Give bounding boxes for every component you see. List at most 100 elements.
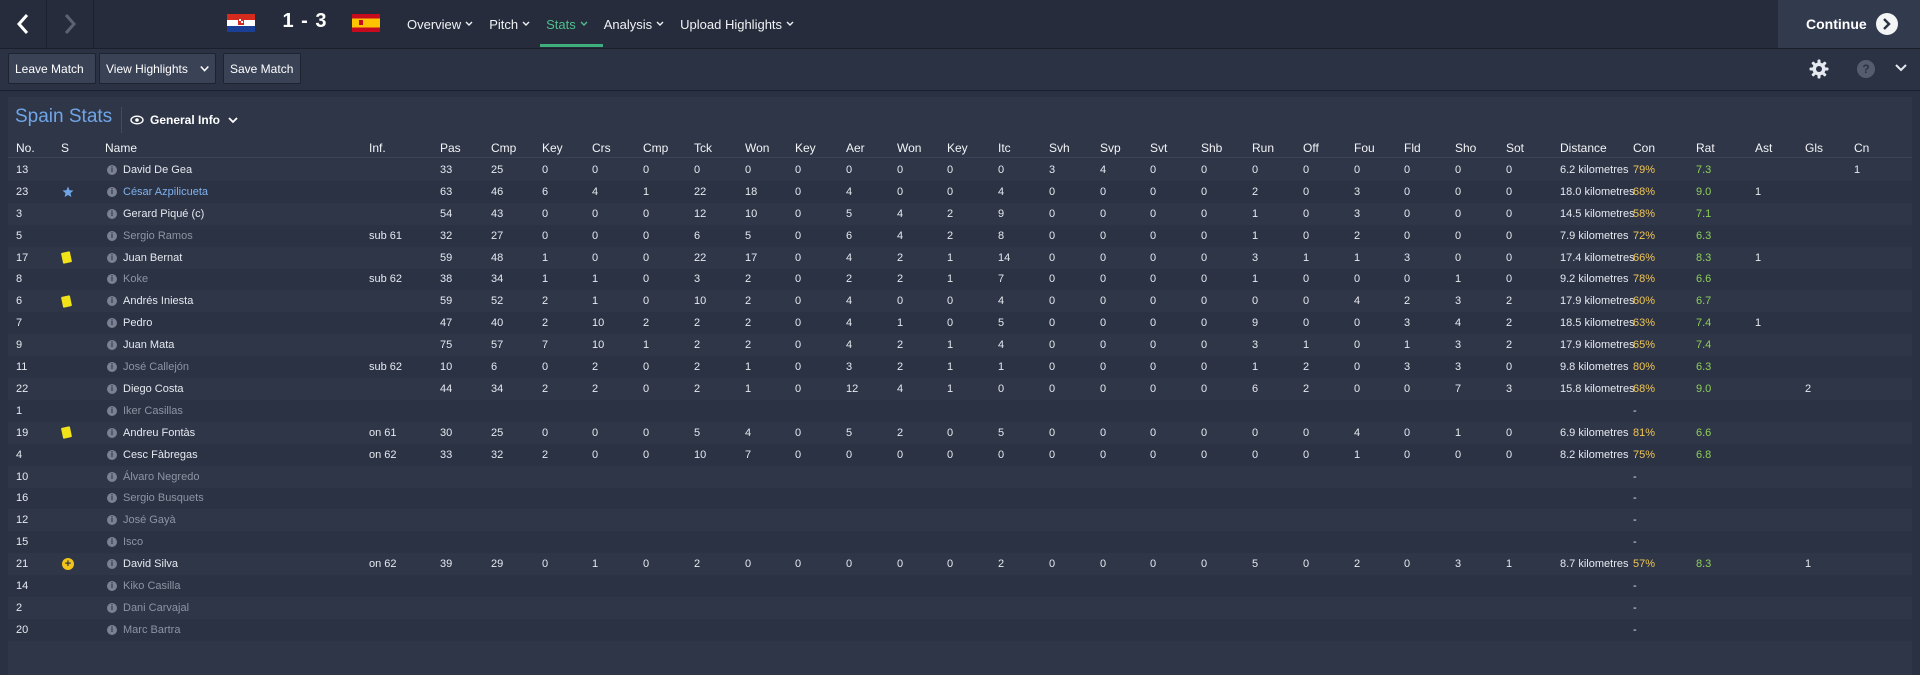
column-header[interactable]: Cmp (643, 139, 668, 157)
table-row[interactable]: 20 i Marc Bartra - (8, 618, 1912, 641)
table-row[interactable]: 1 i Iker Casillas - (8, 399, 1912, 422)
column-header[interactable]: Crs (592, 139, 611, 157)
column-header[interactable]: Itc (998, 139, 1011, 157)
table-row[interactable]: 14 i Kiko Casilla - (8, 575, 1912, 597)
view-highlights-dropdown[interactable]: View Highlights (99, 53, 216, 84)
column-header[interactable]: Key (947, 139, 968, 157)
column-header[interactable]: Rat (1696, 139, 1715, 157)
player-name[interactable]: Andrés Iniesta (123, 290, 193, 312)
tab-pitch[interactable]: Pitch (489, 0, 539, 48)
column-header[interactable]: Svp (1100, 139, 1121, 157)
info-icon[interactable]: i (107, 493, 117, 504)
column-header[interactable]: Fou (1354, 139, 1375, 157)
player-name[interactable]: Koke (123, 269, 148, 291)
info-icon[interactable]: i (107, 602, 117, 613)
view-selector[interactable]: General Info (121, 107, 246, 133)
player-name[interactable]: David Silva (123, 553, 178, 575)
table-row[interactable]: 8 i Koke sub 62 38 34 1 1 0 3 2 0 2 2 1 7 0 0 0 0 1 0 0 0 1 0 9.2 … (8, 268, 1912, 291)
column-header[interactable]: Fld (1404, 139, 1421, 157)
gear-icon[interactable] (1803, 58, 1835, 80)
player-name[interactable]: Isco (123, 531, 143, 553)
info-icon[interactable]: i (107, 208, 117, 219)
column-header[interactable]: Key (542, 139, 563, 157)
player-name[interactable]: José Gayà (123, 509, 176, 531)
table-row[interactable]: 19 i Andreu Fontàs on 61 30 25 0 0 0 5 4 0 5 2 0 5 0 0 0 0 0… (8, 422, 1912, 444)
info-icon[interactable]: i (107, 581, 117, 592)
info-icon[interactable]: i (107, 340, 117, 351)
column-header[interactable]: Distance (1560, 139, 1607, 157)
table-row[interactable]: 22 i Diego Costa 44 34 2 2 0 2 1 0 12 4 1 0 0 0 0 0 6 2 0 0 7 3 1… (8, 378, 1912, 400)
tab-stats[interactable]: Stats (540, 0, 603, 48)
column-header[interactable]: Sot (1506, 139, 1524, 157)
table-row[interactable]: 12 i José Gayà - (8, 509, 1912, 531)
player-name[interactable]: Álvaro Negredo (123, 466, 199, 488)
info-icon[interactable]: i (107, 252, 117, 263)
table-row[interactable]: 21 + i David Silva on 62 39 29 0 1 0 2 0 0 0 0 0 2 0 0 0 0 5 0… (8, 553, 1912, 575)
player-name[interactable]: Kiko Casilla (123, 575, 180, 597)
player-name[interactable]: David De Gea (123, 159, 192, 181)
column-header[interactable]: Sho (1455, 139, 1476, 157)
table-row[interactable]: 15 i Isco - (8, 531, 1912, 554)
column-header[interactable]: Off (1303, 139, 1319, 157)
info-icon[interactable]: i (107, 296, 117, 307)
table-row[interactable]: 10 i Álvaro Negredo - (8, 466, 1912, 488)
column-header[interactable]: Cn (1854, 139, 1869, 157)
column-header[interactable]: Aer (846, 139, 865, 157)
player-name[interactable]: José Callejón (123, 356, 189, 378)
info-icon[interactable]: i (107, 537, 117, 548)
column-header[interactable]: Won (745, 139, 769, 157)
table-row[interactable]: 5 i Sergio Ramos sub 61 32 27 0 0 0 6 5 0 6 4 2 8 0 0 0 0 1 0… (8, 224, 1912, 247)
info-icon[interactable]: i (107, 449, 117, 460)
table-row[interactable]: 7 i Pedro 47 40 2 10 2 2 2 0 4 1 0 5 0 0 0 0 9 0 0 3 4 2 18.5 kil… (8, 312, 1912, 335)
column-header[interactable]: Cmp (491, 139, 516, 157)
info-icon[interactable]: i (107, 471, 117, 482)
info-icon[interactable]: i (107, 230, 117, 241)
player-name[interactable]: César Azpilicueta (123, 181, 208, 203)
column-header[interactable]: Con (1633, 139, 1655, 157)
player-name[interactable]: Sergio Ramos (123, 225, 193, 247)
info-icon[interactable]: i (107, 186, 117, 197)
table-row[interactable]: 13 i David De Gea 33 25 0 0 0 0 0 0 0 0 0 0 3 4 0 0 0 0 0 0 0 0 6… (8, 159, 1912, 181)
info-icon[interactable]: i (107, 515, 117, 526)
tab-overview[interactable]: Overview (407, 0, 482, 48)
player-name[interactable]: Juan Bernat (123, 247, 182, 269)
continue-button[interactable]: Continue (1778, 0, 1920, 48)
player-name[interactable]: Pedro (123, 312, 152, 334)
column-header[interactable]: Name (105, 139, 137, 157)
table-row[interactable]: 17 i Juan Bernat 59 48 1 0 0 22 17 0 4 2 1 14 0 0 0 0 3 1 1 3 0… (8, 247, 1912, 269)
table-row[interactable]: 3 i Gerard Piqué (c) 54 43 0 0 0 12 10 0 5 4 2 9 0 0 0 0 1 0… (8, 203, 1912, 225)
info-icon[interactable]: i (107, 383, 117, 394)
player-name[interactable]: Andreu Fontàs (123, 422, 195, 444)
info-icon[interactable]: i (107, 624, 117, 635)
leave-match-button[interactable]: Leave Match (8, 53, 96, 84)
player-name[interactable]: Iker Casillas (123, 400, 183, 422)
info-icon[interactable]: i (107, 405, 117, 416)
column-header[interactable]: No. (16, 139, 35, 157)
table-row[interactable]: 9 i Juan Mata 75 57 7 10 1 2 2 0 4 2 1 4 0 0 0 0 3 1 0 1 3 2 17.9… (8, 334, 1912, 356)
chevron-down-icon[interactable] (1894, 62, 1908, 74)
info-icon[interactable]: i (107, 318, 117, 329)
table-row[interactable]: 4 i Cesc Fàbregas on 62 33 32 2 0 0 10 7 0 0 0 0 0 0 0 0 0 0… (8, 443, 1912, 466)
column-header[interactable]: Won (897, 139, 921, 157)
player-name[interactable]: Cesc Fàbregas (123, 444, 198, 466)
player-name[interactable]: Sergio Busquets (123, 488, 204, 510)
tab-upload-highlights[interactable]: Upload Highlights (680, 0, 803, 48)
player-name[interactable]: Marc Bartra (123, 619, 180, 641)
tab-analysis[interactable]: Analysis (604, 0, 673, 48)
column-header[interactable]: Svh (1049, 139, 1070, 157)
player-name[interactable]: Dani Carvajal (123, 597, 189, 619)
column-header[interactable]: Svt (1150, 139, 1167, 157)
info-icon[interactable]: i (107, 362, 117, 373)
column-header[interactable]: S (61, 139, 69, 157)
help-icon[interactable]: ? (1857, 60, 1875, 78)
column-header[interactable]: Gls (1805, 139, 1823, 157)
table-row[interactable]: 23 i César Azpilicueta 63 46 6 4 1 22 18 0 4 0 0 4 0 0 0 0… (8, 180, 1912, 203)
table-row[interactable]: 11 i José Callejón sub 62 10 6 0 2 0 2 1 0 3 2 1 1 0 0 0 0 1… (8, 356, 1912, 378)
column-header[interactable]: Shb (1201, 139, 1222, 157)
column-header[interactable]: Inf. (369, 139, 386, 157)
column-header[interactable]: Ast (1755, 139, 1772, 157)
forward-button[interactable] (47, 0, 94, 48)
save-match-button[interactable]: Save Match (223, 53, 301, 84)
column-header[interactable]: Key (795, 139, 816, 157)
info-icon[interactable]: i (107, 559, 117, 570)
